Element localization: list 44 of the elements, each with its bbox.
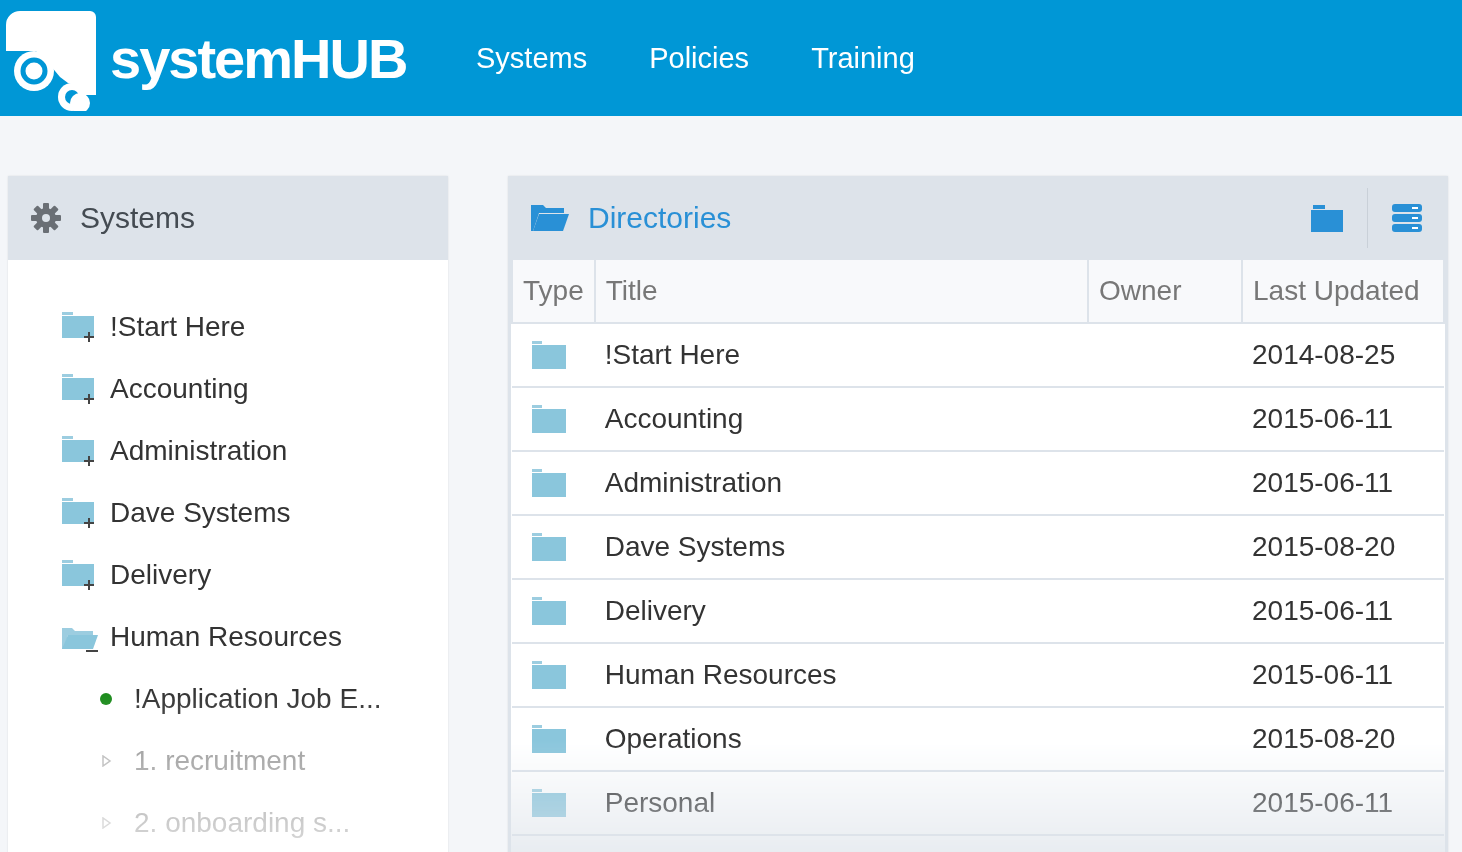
table-cell[interactable]: Human Resources: [604, 659, 837, 690]
table-cell[interactable]: Personal: [604, 787, 716, 818]
table-cell[interactable]: Administration: [604, 467, 783, 498]
folder-icon: [532, 533, 566, 561]
tree-item[interactable]: Delivery: [60, 544, 448, 606]
tree-item[interactable]: Accounting: [60, 358, 448, 420]
open-folder-icon: [530, 203, 570, 233]
table-cell[interactable]: Operations: [604, 723, 742, 754]
settings-icon: [30, 202, 62, 234]
table-cell[interactable]: !Start Here: [604, 339, 741, 370]
tree-item[interactable]: !Start Here: [60, 296, 448, 358]
folder-icon: [532, 661, 566, 689]
logo-text: systemHUB: [110, 25, 407, 91]
column-header[interactable]: Last Updated: [1242, 260, 1444, 323]
table-cell: 2015-06-11: [1252, 595, 1394, 626]
column-header[interactable]: Type: [512, 260, 595, 323]
table-cell[interactable]: Dave Systems: [604, 531, 786, 562]
table-cell: 2015-08-20: [1252, 531, 1396, 562]
folder-icon: [532, 469, 566, 497]
folder-icon: [532, 597, 566, 625]
table-cell: 2015-06-11: [1252, 787, 1394, 818]
caret-right-icon: [100, 817, 112, 829]
gears-logo-icon: [6, 11, 96, 111]
column-header[interactable]: Title: [594, 260, 1088, 323]
panel-title: Systems: [80, 201, 196, 235]
table-cell: 2014-08-25: [1252, 339, 1396, 370]
dot-icon: [100, 693, 112, 705]
table-cell[interactable]: Delivery: [604, 595, 706, 626]
tree-item[interactable]: Human Resources: [60, 606, 448, 668]
table-cell: 2015-06-11: [1252, 403, 1394, 434]
tree-item[interactable]: Administration: [60, 420, 448, 482]
table-cell: 2015-06-11: [1252, 659, 1394, 690]
folder-icon: [532, 341, 566, 369]
folder-icon: [532, 725, 566, 753]
caret-right-icon: [100, 755, 112, 767]
tree-item[interactable]: !Application Job E...: [60, 668, 448, 730]
panel-title: Directories: [588, 201, 732, 235]
table-cell: 2015-08-20: [1252, 723, 1396, 754]
column-header[interactable]: Owner: [1088, 260, 1242, 323]
table-cell: 2015-06-11: [1252, 467, 1394, 498]
folder-icon: [532, 405, 566, 433]
folder-icon: [532, 789, 566, 817]
tree-item[interactable]: Dave Systems: [60, 482, 448, 544]
table-cell[interactable]: Accounting: [604, 403, 744, 434]
